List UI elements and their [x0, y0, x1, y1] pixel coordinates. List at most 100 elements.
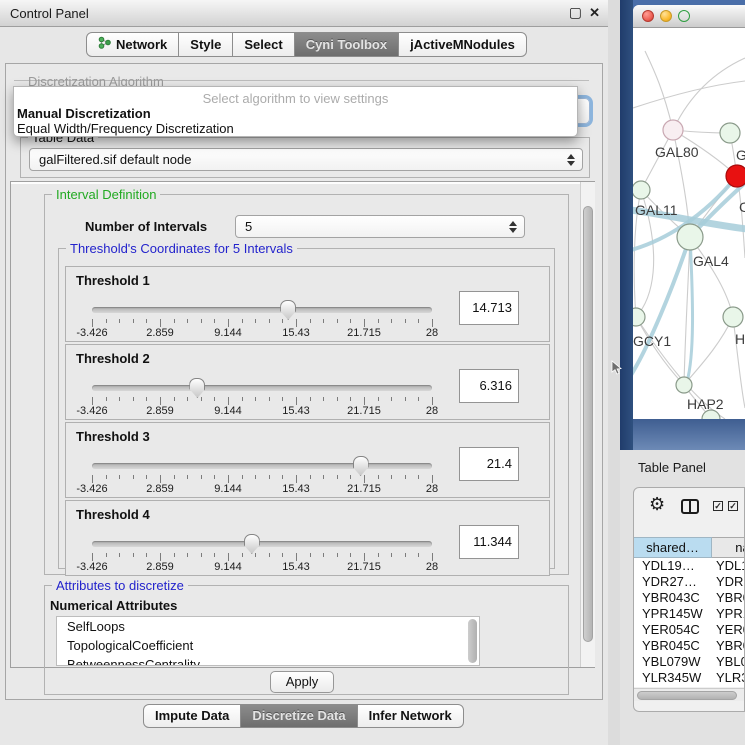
table-horizontal-scrollbar[interactable]: [634, 688, 745, 701]
threshold-panel-3: Threshold 3-3.4262.8599.14415.4321.71528…: [65, 422, 550, 498]
float-window-icon[interactable]: ▢: [569, 4, 582, 21]
scrollbar-thumb[interactable]: [583, 206, 593, 642]
close-traffic-icon[interactable]: [642, 10, 654, 22]
threshold-panel-4: Threshold 4-3.4262.8599.14415.4321.71528…: [65, 500, 550, 576]
threshold-value-field[interactable]: 21.4: [459, 447, 519, 481]
network-node-label-gcy1: GCY1: [633, 333, 671, 349]
threshold-value-field[interactable]: 14.713: [459, 291, 519, 325]
network-node-label-g: G: [736, 147, 745, 163]
bottom-tab-bar: Impute Data Discretize Data Infer Network: [143, 704, 464, 728]
screenshot-stage: Control Panel ▢ ✕ NetworkStyleSelect Cyni…: [0, 0, 745, 745]
tab-style[interactable]: Style: [178, 32, 233, 57]
checkbox-icon[interactable]: ✓: [728, 501, 738, 511]
slider-track[interactable]: [92, 463, 432, 469]
scrollbar-thumb[interactable]: [637, 691, 737, 700]
table-row[interactable]: YDR27… YDR2: [634, 574, 745, 590]
slider-track[interactable]: [92, 385, 432, 391]
gear-icon[interactable]: ⚙: [649, 494, 665, 515]
slider-scale-labels: -3.4262.8599.14415.4321.71528: [92, 327, 432, 340]
tab-label: Cyni Toolbox: [306, 37, 387, 52]
tab-infer-network[interactable]: Infer Network: [357, 704, 464, 728]
tab-discretize-data[interactable]: Discretize Data: [240, 704, 357, 728]
network-window-frame-edge: [620, 0, 633, 450]
zoom-traffic-icon[interactable]: [678, 10, 690, 22]
network-view-window: GAL80GCGAL11GAL4GCY1HHAP2: [633, 5, 745, 419]
cell-name: YBR0: [716, 590, 745, 606]
attribute-list-item[interactable]: SelfLoops: [57, 617, 479, 636]
thresholds-group-title: Threshold's Coordinates for 5 Intervals: [66, 241, 297, 256]
threshold-panel-1: Threshold 1 -3.4262.8599.14415.4321.71528…: [65, 266, 550, 342]
table-rows: YDL19…YDL1YDR27…YDR2YBR043CYBR0YPR145WYP…: [634, 558, 745, 687]
thresholds-group: Threshold's Coordinates for 5 Intervals …: [58, 248, 555, 569]
cell-shared-name: YPR145W: [642, 606, 710, 622]
table-panel-region: Table Panel ⚙ ✓ ✓ shared… name YDL19…YDL…: [620, 450, 745, 745]
slider-thumb[interactable]: [189, 378, 205, 398]
algorithm-option-manual[interactable]: Manual Discretization: [16, 106, 576, 121]
attribute-list-item[interactable]: BetweennessCentrality: [57, 655, 479, 666]
cell-name: YBL0: [716, 654, 745, 670]
table-row[interactable]: YDL19…YDL1: [634, 558, 745, 574]
threshold-label: Threshold 1: [76, 273, 150, 288]
apply-button[interactable]: Apply: [270, 671, 334, 693]
network-node-label-gal11: GAL11: [635, 202, 678, 218]
column-header-name[interactable]: name: [712, 537, 745, 558]
cell-name: YIL0: [716, 686, 745, 687]
cell-name: YLR3: [716, 670, 745, 686]
tab-label: Discretize Data: [252, 708, 345, 723]
table-row[interactable]: YPR145WYPR1: [634, 606, 745, 622]
network-node-label-gal4: GAL4: [693, 253, 729, 269]
cell-shared-name: YBL079W: [642, 654, 710, 670]
cell-name: YDL1: [716, 558, 745, 574]
minimize-traffic-icon[interactable]: [660, 10, 672, 22]
network-icon: [98, 36, 111, 52]
mouse-cursor: [610, 360, 624, 376]
tab-label: Impute Data: [155, 708, 229, 723]
cell-shared-name: YIL052C: [642, 686, 710, 687]
slider-thumb[interactable]: [353, 456, 369, 476]
slider-scale-labels: -3.4262.8599.14415.4321.71528: [92, 483, 432, 496]
table-row[interactable]: YBR043C YBR0: [634, 590, 745, 606]
algorithm-option-equal-width[interactable]: Equal Width/Frequency Discretization: [16, 121, 576, 136]
control-panel-titlebar: Control Panel ▢ ✕: [0, 0, 608, 27]
cell-name: YDR2: [716, 574, 745, 590]
numerical-attributes-label: Numerical Attributes: [50, 598, 177, 613]
tab-label: jActiveMNodules: [410, 37, 515, 52]
algorithm-popup-prompt: Select algorithm to view settings: [14, 91, 577, 106]
slider-track[interactable]: [92, 307, 432, 313]
table-row[interactable]: YBL079W YBL0: [634, 654, 745, 670]
column-layout-icon[interactable]: [681, 499, 699, 514]
table-data-combobox[interactable]: galFiltered.sif default node: [29, 148, 583, 171]
table-row[interactable]: YIL052C YIL0: [634, 686, 745, 687]
network-canvas[interactable]: GAL80GCGAL11GAL4GCY1HHAP2: [633, 28, 745, 419]
table-row[interactable]: YER054CYER0: [634, 622, 745, 638]
attribute-list-item[interactable]: TopologicalCoefficient: [57, 636, 479, 655]
attribute-items: SelfLoopsTopologicalCoefficientBetweenne…: [57, 617, 479, 666]
slider-track[interactable]: [92, 541, 432, 547]
tab-impute-data[interactable]: Impute Data: [143, 704, 241, 728]
network-window-titlebar[interactable]: [633, 5, 745, 28]
number-of-intervals-value: 5: [245, 219, 252, 234]
algorithm-dropdown-popup: Select algorithm to view settings Manual…: [13, 86, 578, 137]
threshold-label: Threshold 2: [76, 351, 150, 366]
settings-vertical-scrollbar[interactable]: [580, 182, 595, 667]
tab-cyni-toolbox[interactable]: Cyni Toolbox: [294, 32, 399, 57]
checkbox-icon[interactable]: ✓: [713, 501, 723, 511]
network-node-label-c: C: [739, 199, 745, 215]
table-row[interactable]: YLR345WYLR3: [634, 670, 745, 686]
threshold-value-field[interactable]: 6.316: [459, 369, 519, 403]
table-row[interactable]: YBR045CYBR0: [634, 638, 745, 654]
number-of-intervals-combobox[interactable]: 5: [235, 215, 525, 238]
slider-thumb[interactable]: [244, 534, 260, 554]
table-toolbar: ⚙ ✓ ✓: [634, 488, 745, 524]
cell-shared-name: YDR27…: [642, 574, 710, 590]
tab-jactivemnodules[interactable]: jActiveMNodules: [398, 32, 527, 57]
column-header-shared-name[interactable]: shared…: [634, 537, 712, 558]
threshold-value-field[interactable]: 11.344: [459, 525, 519, 559]
slider-thumb[interactable]: [280, 300, 296, 320]
tab-select[interactable]: Select: [232, 32, 294, 57]
cell-shared-name: YBR043C: [642, 590, 710, 606]
numerical-attributes-list[interactable]: SelfLoopsTopologicalCoefficientBetweenne…: [56, 616, 480, 666]
close-icon[interactable]: ✕: [589, 5, 600, 21]
tab-network[interactable]: Network: [86, 32, 179, 57]
attribute-list-scrollbar[interactable]: [468, 619, 477, 663]
